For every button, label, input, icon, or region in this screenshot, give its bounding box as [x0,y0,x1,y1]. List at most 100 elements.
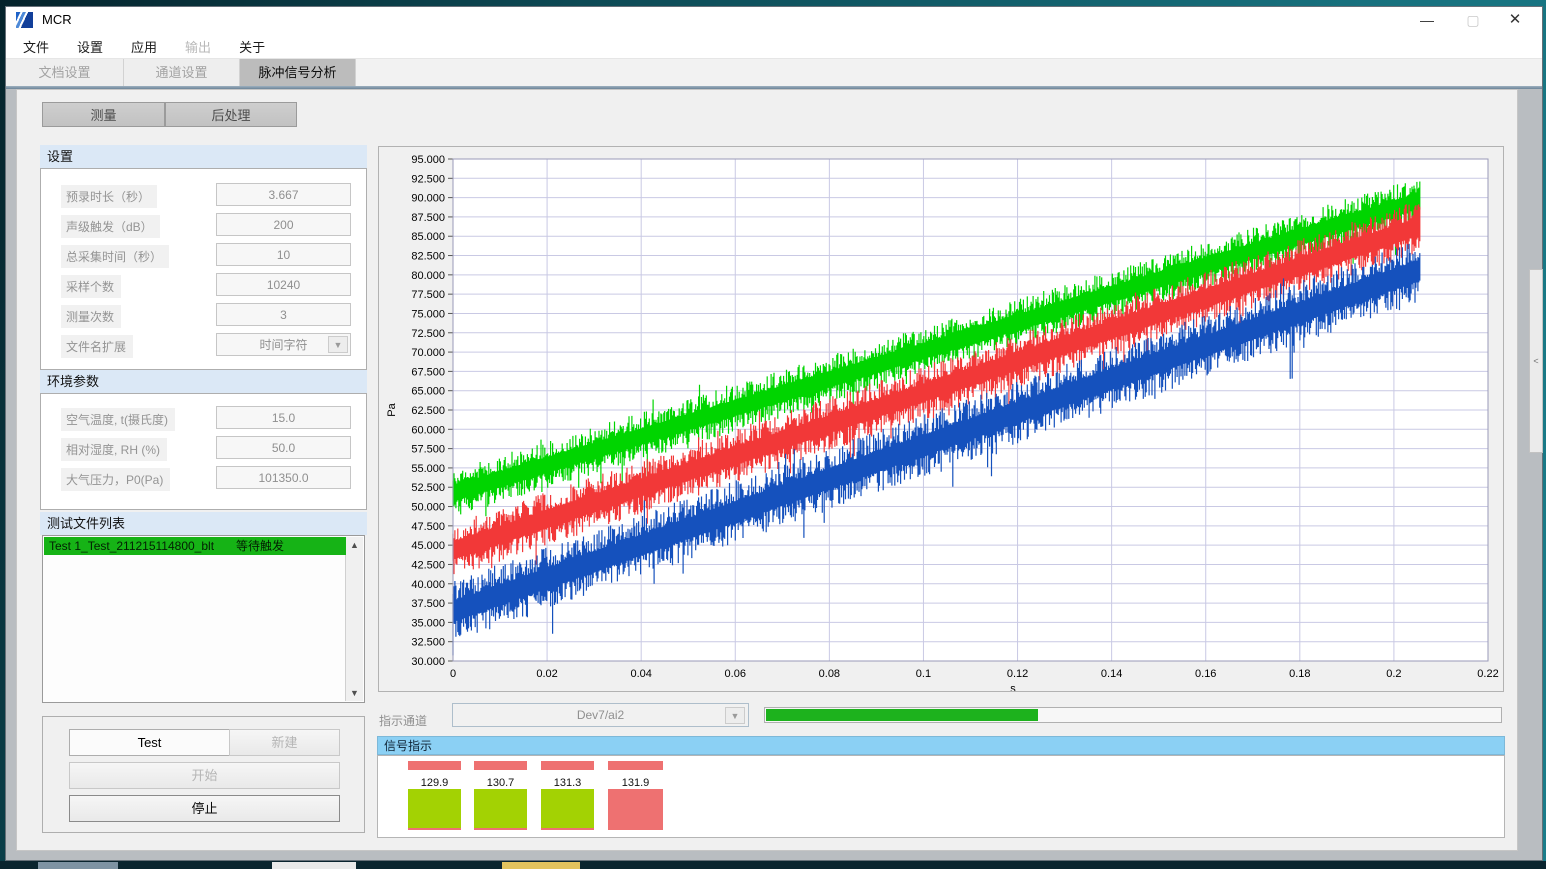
setting-value-field[interactable]: 200 [216,213,351,236]
tab-2[interactable]: 通道设置 [124,59,240,86]
waveform-chart: 30.00032.50035.00037.50040.00042.50045.0… [378,146,1504,692]
y-axis-title: Pa [386,402,398,416]
menu-item-1[interactable]: 文件 [20,33,52,60]
x-tick-label: 0.04 [630,668,651,680]
y-tick-label: 65.000 [411,386,445,398]
menu-item-3[interactable]: 应用 [128,33,160,60]
y-tick-label: 75.000 [411,308,445,320]
new-button[interactable]: 新建 [229,729,340,756]
chevron-down-icon[interactable]: ▼ [725,707,745,724]
list-item[interactable]: Test 1_Test_211215114800_blt 等待触发 [44,537,346,555]
menu-item-2[interactable]: 设置 [74,33,106,60]
signal-peak-bar [408,761,461,770]
tab-1[interactable]: 文档设置 [6,59,124,86]
tab-3[interactable]: 脉冲信号分析 [240,59,356,86]
setting-label: 文件名扩展 [61,335,133,358]
stop-button[interactable]: 停止 [69,795,340,822]
environment-group: 空气温度, t(摄氏度) 15.0 相对湿度, RH (%) 50.0 大气压力，P0(… [40,393,367,510]
y-tick-label: 85.000 [411,231,445,243]
environment-label: 大气压力，P0(Pa) [61,468,170,491]
scroll-up-icon[interactable]: ▲ [346,537,363,553]
run-controls-group: Test 新建 开始 停止 [42,716,365,833]
taskbar-icon[interactable] [38,862,118,869]
y-tick-label: 90.000 [411,193,445,205]
signal-column-2: 130.7 [474,756,527,836]
window-title: MCR [42,12,72,27]
indicator-channel-value: Dev7/ai2 [577,708,624,722]
y-tick-label: 55.000 [411,463,445,475]
x-tick-label: 0.08 [819,668,840,680]
environment-value-field[interactable]: 15.0 [216,406,351,429]
x-tick-label: 0.18 [1289,668,1310,680]
menu-item-5[interactable]: 关于 [236,33,268,60]
scroll-down-icon[interactable]: ▼ [346,685,363,701]
x-tick-label: 0.02 [536,668,557,680]
signal-level-box [474,789,527,830]
signal-column-4: 131.9 [608,756,663,836]
setting-value-field[interactable]: 3 [216,303,351,326]
environment-header: 环境参数 [40,370,367,393]
signal-indicator-header: 信号指示 [377,736,1505,755]
side-panel-collapse-handle[interactable]: < [1529,269,1543,453]
environment-value-field[interactable]: 50.0 [216,436,351,459]
file-name: Test 1_Test_211215114800_blt [49,539,214,553]
y-tick-label: 70.000 [411,347,445,359]
file-list-header: 测试文件列表 [40,512,367,535]
taskbar-icon[interactable] [272,862,356,869]
chart-canvas: 30.00032.50035.00037.50040.00042.50045.0… [379,147,1503,691]
setting-value-field[interactable]: 10240 [216,273,351,296]
close-button[interactable]: ✕ [1492,7,1538,33]
environment-label: 空气温度, t(摄氏度) [61,408,175,431]
file-status: 等待触发 [236,539,284,553]
setting-value-field[interactable]: 3.667 [216,183,351,206]
x-axis-title: s [1010,683,1016,691]
app-logo-icon [16,12,33,28]
signal-level-box [608,789,663,830]
indicator-channel-select[interactable]: Dev7/ai2 ▼ [452,703,749,727]
tab-bar: 文档设置通道设置脉冲信号分析 [6,59,1542,86]
x-tick-label: 0.12 [1007,668,1028,680]
chevron-down-icon[interactable]: ▼ [328,336,348,353]
y-tick-label: 87.500 [411,212,445,224]
signal-peak-bar [541,761,594,770]
taskbar [0,861,1546,869]
list-scrollbar[interactable]: ▲ ▼ [345,537,363,701]
test-file-list: ▲ ▼ Test 1_Test_211215114800_blt 等待触发 [42,535,365,703]
setting-value-field[interactable]: 10 [216,243,351,266]
y-tick-label: 60.000 [411,424,445,436]
minimize-button[interactable]: — [1404,7,1450,33]
y-tick-label: 77.500 [411,289,445,301]
signal-value: 131.9 [608,777,663,789]
y-tick-label: 50.000 [411,502,445,514]
y-tick-label: 62.500 [411,405,445,417]
menu-item-4[interactable]: 输出 [182,33,214,60]
setting-value-field[interactable]: 时间字符▼ [216,333,351,356]
settings-header: 设置 [40,145,367,168]
signal-peak-bar [474,761,527,770]
y-tick-label: 40.000 [411,579,445,591]
y-tick-label: 82.500 [411,251,445,263]
main-content: 测量 后处理 设置 预录时长（秒） 3.667 声级触发（dB）200 总采集时间（秒… [16,89,1518,851]
y-tick-label: 42.500 [411,559,445,571]
environment-value-field[interactable]: 101350.0 [216,466,351,489]
environment-label: 相对湿度, RH (%) [61,438,167,461]
y-tick-label: 37.500 [411,598,445,610]
maximize-button[interactable]: ▢ [1450,7,1496,33]
start-button[interactable]: 开始 [69,762,340,789]
signal-level-box [408,789,461,830]
measure-tab-button[interactable]: 测量 [42,102,165,127]
test-name-field[interactable]: Test [69,729,230,756]
progress-fill [766,709,1038,721]
signal-value: 131.3 [541,777,594,789]
setting-row: 预录时长（秒） 3.667 [41,183,366,206]
signal-value: 129.9 [408,777,461,789]
setting-row: 总采集时间（秒） 10 [41,243,366,266]
acquisition-progressbar [764,707,1502,723]
setting-row: 声级触发（dB）200 [41,213,366,236]
title-bar: MCR — ▢ ✕ [6,7,1542,33]
postprocess-tab-button[interactable]: 后处理 [165,102,297,127]
taskbar-icon[interactable] [502,862,580,869]
y-tick-label: 72.500 [411,328,445,340]
setting-label: 预录时长（秒） [61,185,157,208]
setting-label: 总采集时间（秒） [61,245,169,268]
